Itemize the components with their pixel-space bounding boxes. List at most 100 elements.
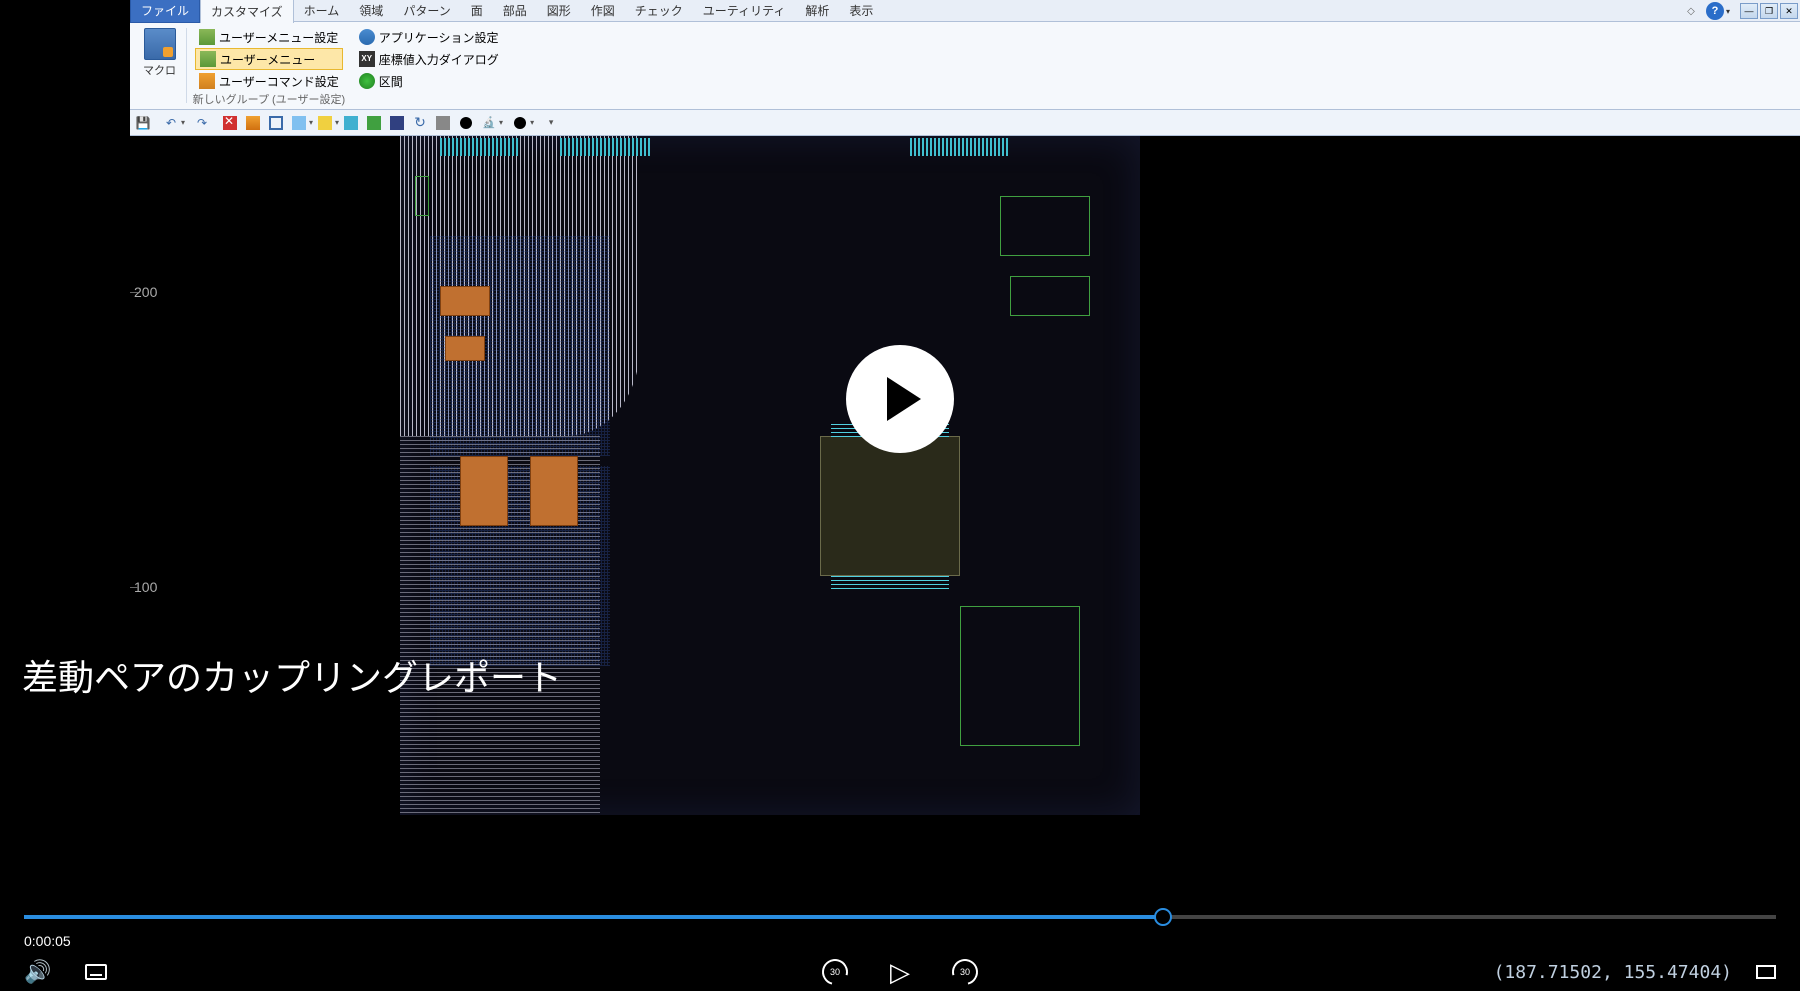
- controls-left: 🔊: [24, 959, 107, 985]
- tool-misc[interactable]: [432, 112, 454, 134]
- redo-button[interactable]: ↷: [191, 112, 213, 134]
- coord-dialog-label: 座標値入力ダイアログ: [379, 51, 499, 68]
- layer-icon: [246, 116, 260, 130]
- design-canvas[interactable]: 200 100: [130, 136, 1800, 815]
- user-menu-label: ユーザーメニュー: [220, 51, 315, 68]
- fullscreen-icon[interactable]: [1756, 965, 1776, 979]
- component-outline: [415, 176, 429, 216]
- ribbon: マクロ ユーザーメニュー設定 ユーザーメニュー ユーザーコマン: [130, 22, 1800, 110]
- cpu-chip: [820, 436, 960, 576]
- tool-delete[interactable]: [219, 112, 241, 134]
- skip-forward-button[interactable]: 30: [950, 957, 980, 987]
- user-command-settings-button[interactable]: ユーザーコマンド設定: [195, 70, 343, 92]
- menu-home[interactable]: ホーム: [294, 0, 350, 22]
- controls-right: (187.71502, 155.47404): [1494, 962, 1776, 983]
- menu-parts[interactable]: 部品: [493, 0, 537, 22]
- tool-microscope[interactable]: 🔬: [478, 112, 500, 134]
- ribbon-collapse-icon[interactable]: ◇: [1684, 4, 1698, 18]
- undo-button[interactable]: ↶: [160, 112, 182, 134]
- user-command-settings-icon: [199, 73, 215, 89]
- component: [445, 336, 485, 361]
- save-button[interactable]: 💾: [132, 112, 154, 134]
- application-settings-label: アプリケーション設定: [379, 29, 499, 46]
- connector: [440, 138, 520, 156]
- progress-bar[interactable]: [24, 915, 1776, 919]
- microscope-dropdown-icon[interactable]: ▾: [499, 118, 503, 127]
- macro-label: マクロ: [143, 62, 176, 78]
- tool-point1[interactable]: [455, 112, 477, 134]
- maximize-button[interactable]: ❐: [1760, 3, 1778, 19]
- connector: [910, 138, 1010, 156]
- play-button[interactable]: [846, 345, 954, 453]
- tool-panel[interactable]: [386, 112, 408, 134]
- ruler-mark: [130, 292, 138, 293]
- tool-view[interactable]: [340, 112, 362, 134]
- subtitle-icon[interactable]: [85, 964, 107, 980]
- tool-cns[interactable]: [363, 112, 385, 134]
- section-button[interactable]: 区間: [355, 70, 503, 92]
- coord-dialog-icon: XY: [359, 51, 375, 67]
- cns-icon: [367, 116, 381, 130]
- undo-dropdown-icon[interactable]: ▾: [181, 118, 185, 127]
- delete-icon: [223, 116, 237, 130]
- section-icon: [359, 73, 375, 89]
- coord-dialog-button[interactable]: XY 座標値入力ダイアログ: [355, 48, 503, 70]
- menu-pattern[interactable]: パターン: [393, 0, 460, 22]
- minimize-button[interactable]: —: [1740, 3, 1758, 19]
- quick-access-toolbar: 💾 ↶ ▾ ↷ ▾ ▾ ↻ 🔬 ▾ ▾ ▾: [130, 110, 1800, 136]
- component: [460, 456, 508, 526]
- point2-icon: [514, 117, 526, 129]
- user-command-settings-label: ユーザーコマンド設定: [219, 73, 339, 90]
- skip-back-button[interactable]: 30: [820, 957, 850, 987]
- panel-icon: [390, 116, 404, 130]
- ribbon-group-settings: アプリケーション設定 XY 座標値入力ダイアログ 区間: [349, 24, 509, 107]
- tool-layer[interactable]: [242, 112, 264, 134]
- tool-note[interactable]: [314, 112, 336, 134]
- application-settings-button[interactable]: アプリケーション設定: [355, 26, 503, 48]
- tool-point2[interactable]: [509, 112, 531, 134]
- menu-check[interactable]: チェック: [625, 0, 693, 22]
- note-icon: [318, 116, 332, 130]
- menu-analysis[interactable]: 解析: [795, 0, 839, 22]
- volume-icon[interactable]: 🔊: [24, 959, 51, 985]
- user-menu-settings-button[interactable]: ユーザーメニュー設定: [195, 26, 343, 48]
- note-dropdown-icon[interactable]: ▾: [335, 118, 339, 127]
- menu-display[interactable]: 表示: [839, 0, 883, 22]
- current-time: 0:00:05: [24, 933, 71, 949]
- user-menu-button[interactable]: ユーザーメニュー: [195, 48, 343, 70]
- help-dropdown-icon[interactable]: ▾: [1726, 7, 1730, 16]
- point1-icon: [460, 117, 472, 129]
- tool-highlight[interactable]: [288, 112, 310, 134]
- video-title: 差動ペアのカップリングレポート: [22, 649, 562, 701]
- progress-handle[interactable]: [1154, 908, 1172, 926]
- help-icon[interactable]: ?: [1706, 2, 1724, 20]
- menu-utility[interactable]: ユーティリティ: [693, 0, 796, 22]
- ribbon-group-user: ユーザーメニュー設定 ユーザーメニュー ユーザーコマンド設定 新しいグループ (…: [189, 24, 349, 107]
- menu-bar: ファイル カスタマイズ ホーム 領域 パターン 面 部品 図形 作図 チェック …: [130, 0, 1800, 22]
- tool-select[interactable]: [265, 112, 287, 134]
- point2-dropdown-icon[interactable]: ▾: [530, 118, 534, 127]
- highlight-dropdown-icon[interactable]: ▾: [309, 118, 313, 127]
- user-menu-settings-icon: [199, 29, 215, 45]
- tool-refresh[interactable]: ↻: [409, 112, 431, 134]
- application-settings-icon: [359, 29, 375, 45]
- menu-shape[interactable]: 図形: [537, 0, 581, 22]
- toolbar-customize[interactable]: ▾: [540, 112, 562, 134]
- play-control-icon[interactable]: ▷: [890, 957, 910, 988]
- pcb-board: [400, 136, 1140, 815]
- menu-customize[interactable]: カスタマイズ: [200, 0, 294, 23]
- titlebar-right: ◇ ? ▾ — ❐ ✕: [1684, 0, 1798, 22]
- menu-area[interactable]: 領域: [349, 0, 393, 22]
- component-outline: [1010, 276, 1090, 316]
- macro-button[interactable]: マクロ: [141, 26, 178, 80]
- progress-fill: [24, 915, 1163, 919]
- video-controls: 0:00:05 🔊 30 ▷ 30 (187.71502, 155.47404): [0, 915, 1800, 991]
- menu-file[interactable]: ファイル: [130, 0, 200, 23]
- menu-draw[interactable]: 作図: [581, 0, 625, 22]
- component-outline: [960, 606, 1080, 746]
- close-button[interactable]: ✕: [1780, 3, 1798, 19]
- menu-surface[interactable]: 面: [461, 0, 493, 22]
- play-icon: [887, 377, 921, 421]
- macro-icon: [144, 28, 176, 60]
- misc-icon: [436, 116, 450, 130]
